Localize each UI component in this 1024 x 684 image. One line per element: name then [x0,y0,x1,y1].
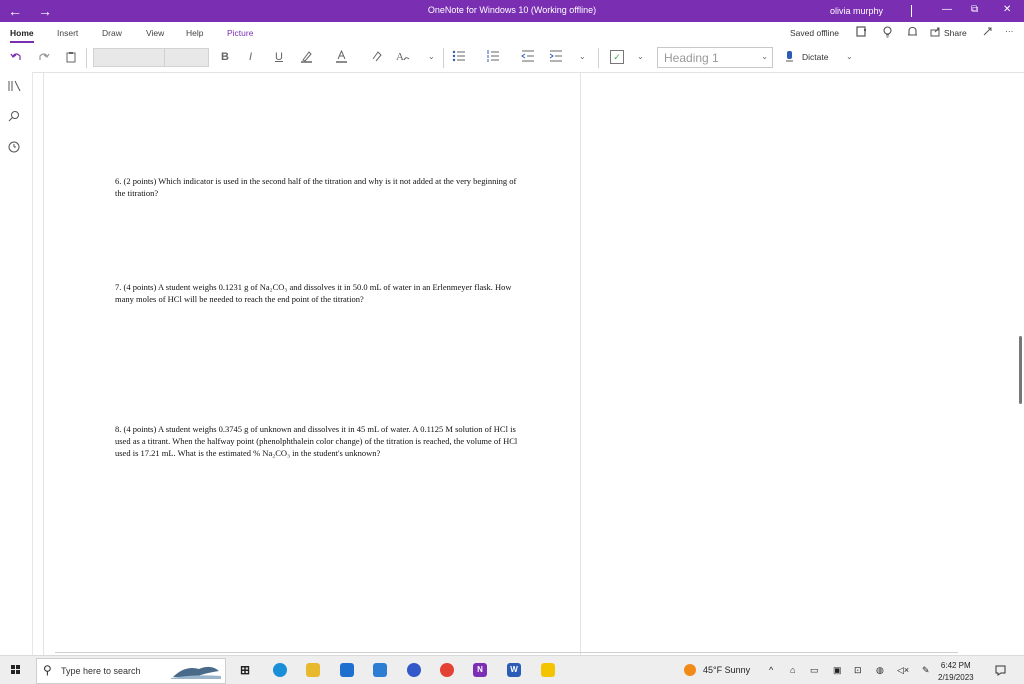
share-icon[interactable] [930,26,941,40]
taskbar-search[interactable]: ⚲ Type here to search [36,658,226,684]
clock-time: 6:42 PM [940,661,971,670]
battery-tray-icon[interactable]: ▭ [810,665,819,676]
tab-draw[interactable]: Draw [102,28,122,38]
volume-icon[interactable]: ◁× [897,665,909,676]
tab-picture[interactable]: Picture [227,28,253,38]
network-tray-icon[interactable]: ⌂ [790,665,795,675]
display-tray-icon[interactable]: ▣ [833,665,842,676]
mail-icon[interactable] [373,663,387,677]
ribbon-tabs: Home Insert Draw View Help Picture Saved… [0,22,1024,44]
clock-date: 2/19/2023 [938,673,974,682]
store-icon[interactable] [340,663,354,677]
ime-tray-icon[interactable]: ⊡ [854,665,862,676]
question-6[interactable]: 6. (2 points) Which indicator is used in… [115,175,525,199]
minimize-button[interactable]: — [942,4,952,15]
bullet-list-icon[interactable] [452,50,466,65]
task-view-icon[interactable]: ⊞ [238,663,252,677]
numbered-list-icon[interactable] [486,50,500,65]
chevron-down-icon[interactable]: ⌄ [637,52,644,61]
chevron-down-icon[interactable]: ⌄ [846,52,853,61]
tab-home[interactable]: Home [10,28,34,43]
tab-help[interactable]: Help [186,28,203,38]
lightbulb-icon[interactable] [882,26,893,41]
chevron-down-icon[interactable]: ⌄ [579,52,586,61]
font-selector[interactable] [93,48,209,67]
clock[interactable]: 6:42 PM 2/19/2023 [938,660,974,684]
close-button[interactable]: ✕ [1003,4,1011,15]
highlighter-icon[interactable] [300,50,313,66]
file-explorer-icon[interactable] [306,663,320,677]
title-bar: ← → OneNote for Windows 10 (Working offl… [0,0,1024,22]
font-size-divider [164,49,165,66]
chevron-down-icon: ⌄ [761,52,768,61]
underline-button[interactable]: U [275,51,283,63]
page-divider [580,72,581,655]
share-button[interactable]: Share [944,28,967,38]
style-value: Heading 1 [664,51,719,65]
notification-icon[interactable] [995,665,1006,678]
search-icon[interactable] [8,110,20,125]
font-color-icon[interactable] [335,49,348,66]
todo-tag-icon[interactable]: ✓ [610,50,624,64]
tab-view[interactable]: View [146,28,164,38]
weather-text[interactable]: 45°F Sunny [703,665,750,675]
chevron-down-icon[interactable]: ⌄ [428,52,435,61]
weather-icon [684,664,696,676]
page-margin-line [43,72,44,655]
user-name[interactable]: olivia murphy [830,6,883,16]
restore-button[interactable]: ⧉ [971,4,978,15]
decrease-indent-icon[interactable] [521,50,535,65]
expand-icon[interactable] [982,26,993,40]
vertical-scrollbar[interactable] [1019,336,1022,404]
page-bottom-line [55,652,958,653]
pen-tray-icon[interactable]: ✎ [922,665,930,676]
svg-text:A: A [396,51,404,62]
taskbar: ⚲ Type here to search ⊞ N W 45°F Sunny ^… [0,655,1024,684]
undo-icon[interactable] [10,51,22,66]
wifi-tray-icon[interactable]: ◍ [876,665,884,676]
notebooks-icon[interactable] [8,80,22,95]
toolbar-separator [598,48,599,68]
title-separator [911,5,912,17]
increase-indent-icon[interactable] [549,50,563,65]
clipboard-icon[interactable] [66,51,76,66]
recent-notes-icon[interactable] [8,141,20,156]
more-options-icon[interactable]: ··· [1005,26,1014,36]
chevron-up-icon[interactable]: ^ [769,665,773,675]
dictate-button[interactable]: Dictate [802,52,828,62]
sticky-notes-icon[interactable] [541,663,555,677]
bold-button[interactable]: B [221,51,229,63]
toolbar-separator [443,48,444,68]
clear-formatting-icon[interactable] [371,50,383,65]
saved-status: Saved offline [790,28,839,38]
bell-icon[interactable] [907,26,918,41]
text-effects-icon[interactable]: A [396,50,410,65]
italic-button[interactable]: I [249,51,252,63]
app-icon[interactable] [407,663,421,677]
onenote-app-icon[interactable]: N [473,663,487,677]
edge-browser-icon[interactable] [273,663,287,677]
search-highlight-image [171,666,221,679]
windows-start-icon[interactable] [11,665,21,675]
style-dropdown[interactable]: Heading 1 ⌄ [657,47,773,68]
question-7[interactable]: 7. (4 points) A student weighs 0.1231 g … [115,281,525,305]
search-icon: ⚲ [43,663,52,677]
redo-icon[interactable] [38,51,50,66]
question-8[interactable]: 8. (4 points) A student weighs 0.3745 g … [115,423,525,459]
search-placeholder: Type here to search [61,666,141,676]
tab-insert[interactable]: Insert [57,28,78,38]
toolbar-separator [86,48,87,68]
chrome-icon[interactable] [440,663,454,677]
word-app-icon[interactable]: W [507,663,521,677]
left-rail [0,72,33,655]
notebook-icon[interactable] [856,26,867,40]
microphone-icon[interactable] [785,51,794,66]
